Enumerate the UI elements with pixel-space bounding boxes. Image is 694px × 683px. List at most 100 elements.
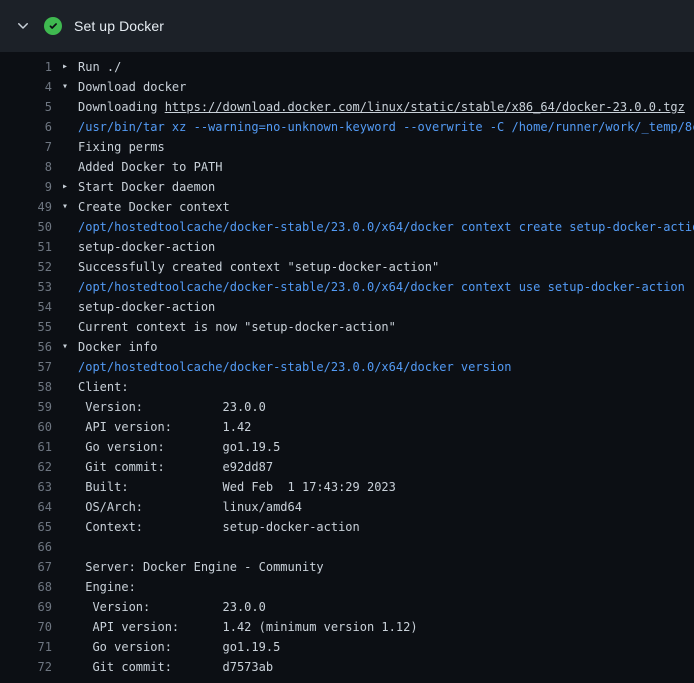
log-line: 64 OS/Arch: linux/amd64 [0,497,694,517]
log-text: API version: 1.42 [78,417,694,437]
step-title: Set up Docker [74,18,164,34]
log-line: 71 Go version: go1.19.5 [0,637,694,657]
line-number[interactable]: 67 [0,557,52,577]
line-number[interactable]: 62 [0,457,52,477]
log-text: Download docker [78,77,694,97]
line-number[interactable]: 5 [0,97,52,117]
log-text: Client: [78,377,694,397]
line-number[interactable]: 69 [0,597,52,617]
line-number[interactable]: 56 [0,337,52,357]
log-text: Git commit: d7573ab [78,657,694,677]
line-number[interactable]: 70 [0,617,52,637]
log-text: Downloading https://download.docker.com/… [78,97,694,117]
log-line: 52 Successfully created context "setup-do… [0,257,694,277]
line-number[interactable]: 7 [0,137,52,157]
log-line: 62 Git commit: e92dd87 [0,457,694,477]
log-group-row[interactable]: 4▾Download docker [0,77,694,97]
line-number[interactable]: 61 [0,437,52,457]
check-circle-icon [44,17,62,35]
log-group-row[interactable]: 1▸Run ./ [0,57,694,77]
line-number[interactable]: 72 [0,657,52,677]
log-lines: 1▸Run ./4▾Download docker5Downloading ht… [0,52,694,683]
log-line: 59 Version: 23.0.0 [0,397,694,417]
line-number[interactable]: 68 [0,577,52,597]
log-line: 61 Go version: go1.19.5 [0,437,694,457]
step-header[interactable]: Set up Docker [0,0,694,52]
line-number[interactable]: 8 [0,157,52,177]
log-line: 69 Version: 23.0.0 [0,597,694,617]
log-text: Run ./ [78,57,694,77]
line-number[interactable]: 58 [0,377,52,397]
log-text: Start Docker daemon [78,177,694,197]
log-line: 6/usr/bin/tar xz --warning=no-unknown-ke… [0,117,694,137]
log-line: 72 Git commit: d7573ab [0,657,694,677]
line-number[interactable]: 55 [0,317,52,337]
log-text: setup-docker-action [78,297,694,317]
line-number[interactable]: 57 [0,357,52,377]
log-line: 67 Server: Docker Engine - Community [0,557,694,577]
log-text: OS/Arch: linux/amd64 [78,497,694,517]
log-text: Built: Wed Feb 1 17:43:29 2023 [78,477,694,497]
log-command-text: /usr/bin/tar xz --warning=no-unknown-key… [78,117,694,137]
log-line: 53/opt/hostedtoolcache/docker-stable/23.… [0,277,694,297]
log-text: Git commit: e92dd87 [78,457,694,477]
line-number[interactable]: 60 [0,417,52,437]
line-number[interactable]: 66 [0,537,52,557]
log-line: 51 setup-docker-action [0,237,694,257]
log-line: 66 [0,537,694,557]
line-number[interactable]: 59 [0,397,52,417]
log-line: 54 setup-docker-action [0,297,694,317]
log-command-text: /opt/hostedtoolcache/docker-stable/23.0.… [78,217,694,237]
line-number[interactable]: 65 [0,517,52,537]
line-number[interactable]: 63 [0,477,52,497]
log-text-segment: Downloading [78,100,165,114]
log-group-row[interactable]: 49▾Create Docker context [0,197,694,217]
line-number[interactable]: 64 [0,497,52,517]
log-text: Version: 23.0.0 [78,597,694,617]
log-text: Successfully created context "setup-dock… [78,257,694,277]
log-text: API version: 1.42 (minimum version 1.12) [78,617,694,637]
log-text: setup-docker-action [78,237,694,257]
group-collapsed-icon[interactable]: ▸ [52,57,78,77]
log-command-text: /opt/hostedtoolcache/docker-stable/23.0.… [78,277,694,297]
log-line: 50/opt/hostedtoolcache/docker-stable/23.… [0,217,694,237]
line-number[interactable]: 1 [0,57,52,77]
line-number[interactable]: 71 [0,637,52,657]
group-expanded-icon[interactable]: ▾ [52,337,78,357]
log-line: 60 API version: 1.42 [0,417,694,437]
log-line: 65 Context: setup-docker-action [0,517,694,537]
log-link[interactable]: https://download.docker.com/linux/static… [165,100,685,114]
log-group-row[interactable]: 9▸Start Docker daemon [0,177,694,197]
line-number[interactable]: 4 [0,77,52,97]
log-text: Docker info [78,337,694,357]
log-text: Added Docker to PATH [78,157,694,177]
line-number[interactable]: 54 [0,297,52,317]
line-number[interactable]: 50 [0,217,52,237]
log-text: Go version: go1.19.5 [78,637,694,657]
log-text: Context: setup-docker-action [78,517,694,537]
log-text: Current context is now "setup-docker-act… [78,317,694,337]
line-number[interactable]: 9 [0,177,52,197]
line-number[interactable]: 52 [0,257,52,277]
log-line: 68 Engine: [0,577,694,597]
group-expanded-icon[interactable]: ▾ [52,197,78,217]
log-line: 63 Built: Wed Feb 1 17:43:29 2023 [0,477,694,497]
log-line: 55 Current context is now "setup-docker-a… [0,317,694,337]
chevron-down-icon[interactable] [14,17,32,35]
log-command-text: /opt/hostedtoolcache/docker-stable/23.0.… [78,357,694,377]
log-line: 58 Client: [0,377,694,397]
log-text: Go version: go1.19.5 [78,437,694,457]
line-number[interactable]: 6 [0,117,52,137]
group-collapsed-icon[interactable]: ▸ [52,177,78,197]
log-text: Server: Docker Engine - Community [78,557,694,577]
log-line: 5 Downloading https://download.docker.com… [0,97,694,117]
log-text: Fixing perms [78,137,694,157]
log-line: 8 Added Docker to PATH [0,157,694,177]
log-text: Version: 23.0.0 [78,397,694,417]
group-expanded-icon[interactable]: ▾ [52,77,78,97]
line-number[interactable]: 53 [0,277,52,297]
actions-log-viewer: Set up Docker 1▸Run ./4▾Download docker5… [0,0,694,683]
log-group-row[interactable]: 56▾Docker info [0,337,694,357]
line-number[interactable]: 49 [0,197,52,217]
line-number[interactable]: 51 [0,237,52,257]
